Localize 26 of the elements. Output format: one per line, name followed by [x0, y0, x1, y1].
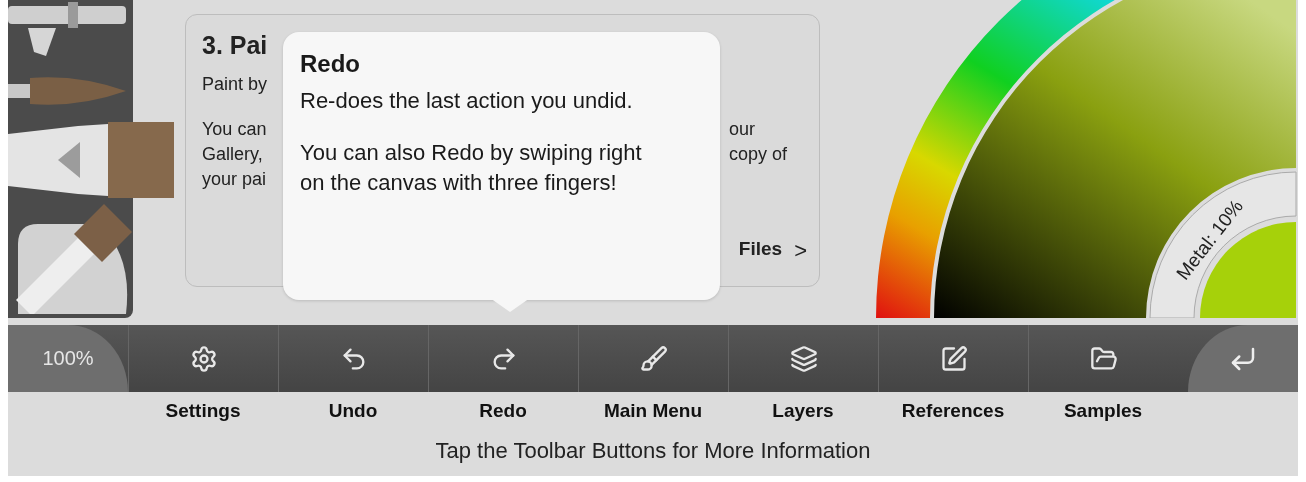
card-text: You can	[202, 118, 267, 141]
toolbar-label: Settings	[165, 400, 241, 422]
toolbar-label: Layers	[772, 400, 834, 422]
toolbar-label: References	[901, 400, 1005, 422]
card-text: Paint by	[202, 74, 269, 95]
card-text: copy of	[729, 143, 788, 166]
tooltip-text: You can also Redo by swiping right on the canvas with three fingers!	[300, 139, 643, 197]
toolbar-label: Undo	[328, 400, 378, 422]
tooltip-title: Redo	[300, 50, 361, 78]
card-text: Gallery,	[202, 143, 263, 166]
color-wheel-drawing[interactable]	[875, 0, 1298, 318]
files-link[interactable]: Files >	[738, 238, 807, 264]
pen-square-icon	[939, 344, 968, 373]
toolbar-label: Redo	[479, 400, 527, 422]
tooltip-text: Re-does the last action you undid.	[300, 87, 634, 115]
layers-icon	[789, 344, 818, 373]
zoom-level[interactable]: 100%	[8, 325, 128, 392]
return-button[interactable]	[1188, 325, 1298, 392]
card-text: our	[729, 118, 755, 141]
toolbar-label: Samples	[1063, 400, 1143, 422]
brush-icon	[639, 344, 668, 373]
card-title: 3. Pai	[202, 31, 269, 60]
card-text: your pai	[202, 168, 267, 191]
toolbar-label: Main Menu	[603, 400, 703, 422]
hint-text: Tap the Toolbar Buttons for More Information	[435, 438, 871, 464]
gear-icon	[189, 344, 218, 373]
